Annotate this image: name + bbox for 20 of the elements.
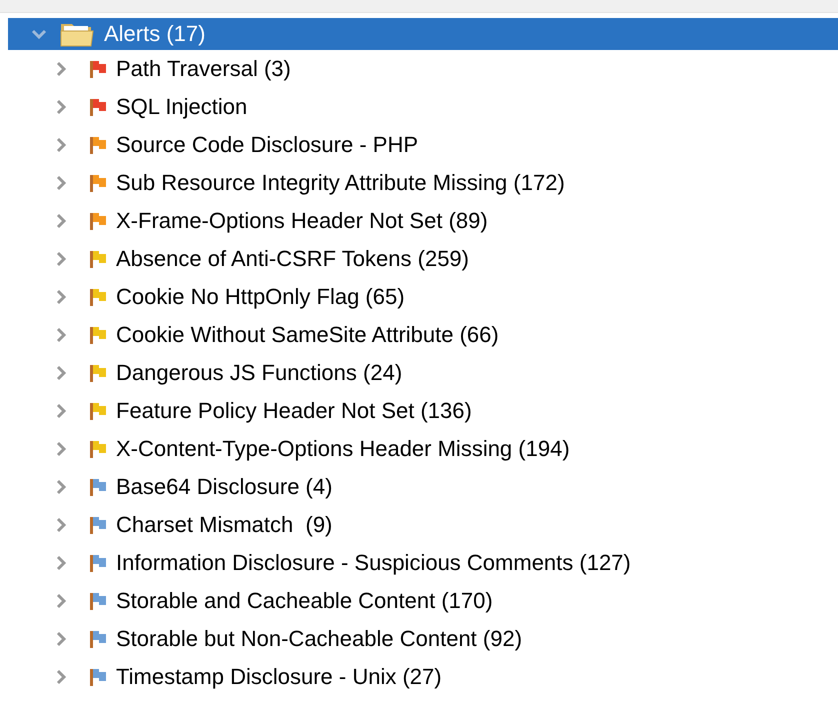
alert-label[interactable]: Cookie Without SameSite Attribute (66) bbox=[116, 322, 499, 348]
alert-label[interactable]: Feature Policy Header Not Set (136) bbox=[116, 398, 472, 424]
tree-root-label: Alerts (17) bbox=[104, 21, 206, 47]
tree-root[interactable]: Alerts (17) bbox=[8, 18, 838, 50]
alert-label[interactable]: Storable and Cacheable Content (170) bbox=[116, 588, 493, 614]
alert-label[interactable]: Absence of Anti-CSRF Tokens (259) bbox=[116, 246, 469, 272]
alert-label[interactable]: Dangerous JS Functions (24) bbox=[116, 360, 402, 386]
alert-label[interactable]: Timestamp Disclosure - Unix (27) bbox=[116, 664, 442, 690]
alert-label[interactable]: Base64 Disclosure (4) bbox=[116, 474, 332, 500]
alert-label[interactable]: SQL Injection bbox=[116, 94, 248, 120]
alert-label[interactable]: Source Code Disclosure - PHP bbox=[116, 132, 418, 158]
alert-label[interactable]: X-Frame-Options Header Not Set (89) bbox=[116, 208, 488, 234]
alert-label[interactable]: X-Content-Type-Options Header Missing (194) bbox=[116, 436, 570, 462]
alert-label[interactable]: Sub Resource Integrity Attribute Missing (172) bbox=[116, 170, 565, 196]
alert-label[interactable]: Charset Mismatch (9) bbox=[116, 512, 332, 538]
alert-label[interactable]: Storable but Non-Cacheable Content (92) bbox=[116, 626, 522, 652]
alert-label[interactable]: Path Traversal (3) bbox=[116, 56, 291, 82]
folder-icon bbox=[60, 21, 94, 47]
alert-label[interactable]: Information Disclosure - Suspicious Comments (127) bbox=[116, 550, 631, 576]
alert-label[interactable]: Cookie No HttpOnly Flag (65) bbox=[116, 284, 405, 310]
